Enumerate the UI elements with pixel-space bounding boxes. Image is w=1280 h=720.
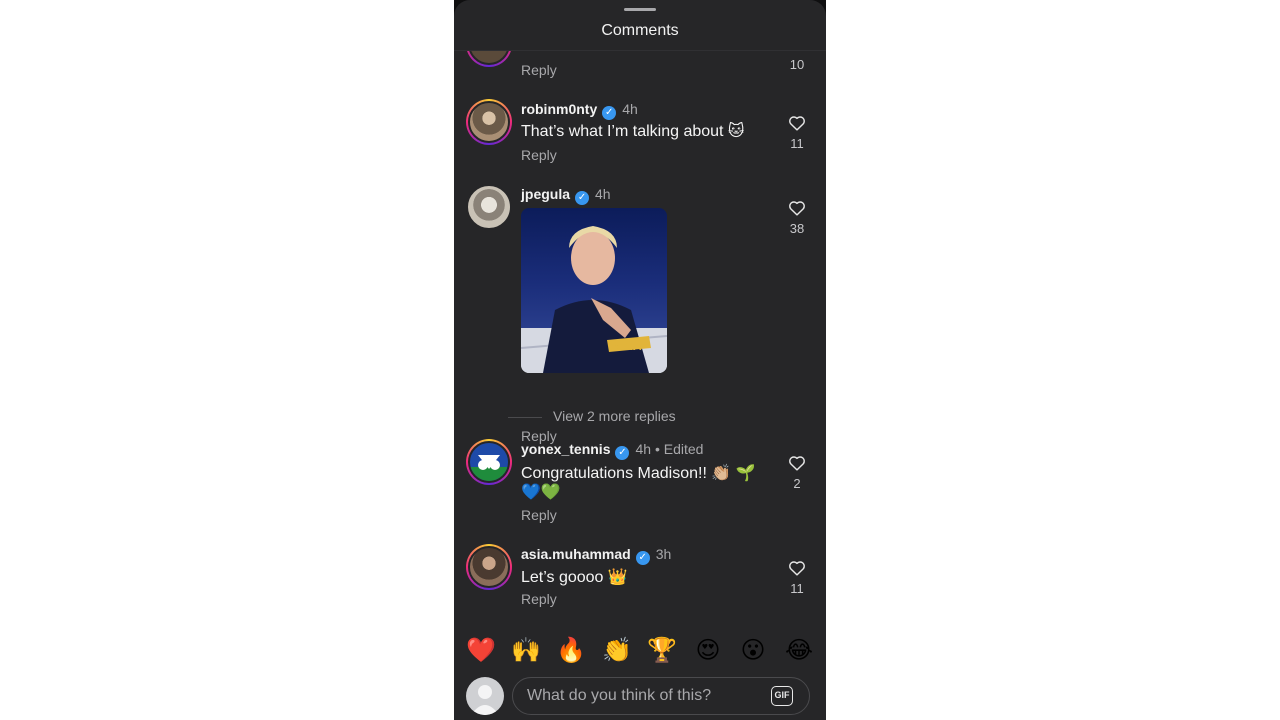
heart-icon [789,201,805,216]
like-button[interactable]: 11 [783,115,811,151]
username[interactable]: jpegula [521,186,570,202]
comments-sheet: Comments Reply 10 robinm0nty ✓ 4h That’s w… [454,0,826,720]
username[interactable]: robinm0nty [521,101,597,117]
verified-badge-icon: ✓ [602,106,617,120]
like-count: 38 [789,221,805,236]
reply-button[interactable]: Reply [521,62,557,78]
replies-divider [508,417,542,418]
comment-input[interactable] [527,678,757,714]
like-count: 11 [790,581,804,596]
default-avatar-icon [471,685,499,715]
timestamp: 4h [595,186,611,202]
username[interactable]: yonex_tennis [521,441,610,457]
emoji-reaction-bar: ❤️ 🙌 🔥 👏 🏆 😍 😮 😂 [454,628,826,674]
avatar[interactable] [466,439,512,485]
verified-badge-icon: ✓ [615,446,630,460]
yonex-logo-icon [470,455,508,481]
like-button[interactable]: 11 [783,560,811,596]
comment-text: Congratulations Madison!! 👏🏼 🌱💙💚 [521,465,756,501]
like-count: 11 [790,136,804,151]
heart-icon [789,561,805,576]
comment-composer: GIF [454,674,826,720]
timestamp: 4h [635,441,652,457]
gif-icon[interactable]: GIF [771,686,793,706]
comment-input-container: GIF [512,677,810,715]
emoji-heart[interactable]: ❤️ [464,636,498,666]
timestamp: 3h [655,546,672,562]
edited-label: • Edited [651,441,704,457]
emoji-heart-eyes[interactable]: 😍 [691,636,725,666]
emoji-fire[interactable]: 🔥 [554,636,588,666]
reply-button[interactable]: Reply [521,591,557,607]
like-count: 10 [789,57,805,72]
avatar[interactable] [466,51,512,67]
avatar[interactable] [466,184,512,230]
emoji-laughing[interactable]: 😂 [782,636,816,666]
comment-header: robinm0nty ✓ 4h [521,101,638,120]
like-count: 2 [793,476,801,491]
avatar[interactable] [466,544,512,590]
comment-text: That’s what I’m talking about 🐱 [521,123,745,140]
username[interactable]: asia.muhammad [521,546,631,562]
like-button[interactable]: 2 [783,455,811,491]
comment-header: jpegula ✓ 4h [521,186,611,205]
comment-header: yonex_tennis ✓ 4h • Edited [521,441,703,460]
drag-handle[interactable] [624,8,656,11]
phone-frame: Comments Reply 10 robinm0nty ✓ 4h That’s w… [454,0,826,720]
sheet-title: Comments [601,22,679,39]
heart-icon [789,116,805,131]
comment-gif-image[interactable]: INDIA [521,208,667,373]
comments-list: Reply 10 robinm0nty ✓ 4h That’s what I’m t… [454,51,826,625]
gif-illustration: INDIA [521,226,667,373]
emoji-clapping[interactable]: 👏 [600,636,634,666]
verified-badge-icon: ✓ [575,191,590,205]
emoji-trophy[interactable]: 🏆 [645,636,679,666]
current-user-avatar [466,677,504,715]
reply-button[interactable]: Reply [521,147,557,163]
avatar[interactable] [466,99,512,145]
comment-text: Let’s goooo 👑 [521,569,628,586]
like-count-container: 10 [783,52,811,72]
reply-button[interactable]: Reply [521,507,557,523]
timestamp: 4h [622,101,638,117]
emoji-surprised[interactable]: 😮 [736,636,770,666]
heart-icon [789,456,805,471]
like-button[interactable]: 38 [783,200,811,236]
view-more-replies-label: View 2 more replies [553,408,676,424]
jersey-text: INDIA [609,339,642,353]
verified-badge-icon: ✓ [635,551,650,565]
emoji-raising-hands[interactable]: 🙌 [509,636,543,666]
comment-header: asia.muhammad ✓ 3h [521,546,671,565]
